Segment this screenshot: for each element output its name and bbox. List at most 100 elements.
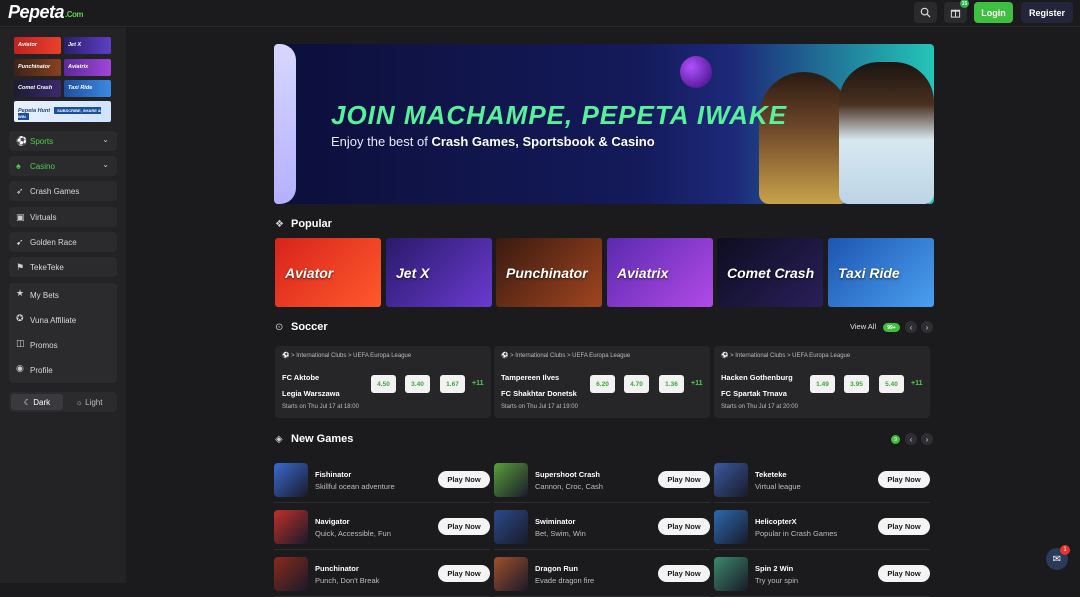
- count-badge: 99+: [883, 323, 900, 332]
- sidebar-promo-pepeta-hunt[interactable]: Pepeta Hunt SUBSCRIBE, SHARE & WIN: [14, 101, 111, 122]
- game-name: HelicopterX: [755, 517, 797, 526]
- match-card[interactable]: ⚽ > International Clubs > UEFA Europa Le…: [275, 346, 491, 418]
- match-card[interactable]: ⚽ > International Clubs > UEFA Europa Le…: [714, 346, 930, 418]
- chevron-right-icon[interactable]: ›: [921, 321, 933, 333]
- sidebar-item-teketeke[interactable]: ⚑ TekeTeke: [9, 257, 117, 277]
- sidebar-item-golden-race[interactable]: ➹ Golden Race: [9, 232, 117, 252]
- sidebar-game-aviator[interactable]: Aviator: [14, 37, 61, 54]
- game-thumbnail[interactable]: [494, 463, 528, 497]
- odd-draw[interactable]: 3.40: [405, 375, 430, 393]
- rocket-icon: ➶: [16, 186, 24, 196]
- game-thumbnail[interactable]: [494, 557, 528, 591]
- odd-home[interactable]: 4.50: [371, 375, 396, 393]
- new-game-item[interactable]: Fishinator Skillful ocean adventure Play N…: [274, 463, 490, 503]
- hero-person-man: [839, 62, 934, 204]
- new-game-item[interactable]: Spin 2 Win Try your spin Play Now: [714, 557, 930, 597]
- game-thumbnail[interactable]: [274, 510, 308, 544]
- soccer-icon: ⚽: [501, 353, 511, 359]
- new-game-item[interactable]: Swiminator Bet, Swim, Win Play Now: [494, 510, 710, 550]
- popular-card-taxi-ride[interactable]: Taxi Ride: [828, 238, 934, 307]
- match-path: ⚽ > International Clubs > UEFA Europa Le…: [501, 353, 631, 359]
- virtuals-icon: ▣: [16, 212, 25, 222]
- gift-button[interactable]: 15: [944, 0, 969, 23]
- game-description: Quick, Accessible, Fun: [315, 529, 391, 538]
- sidebar-item-vuna-affiliate[interactable]: ✪ Vuna Affiliate: [9, 308, 117, 333]
- chevron-right-icon[interactable]: ›: [921, 433, 933, 445]
- odd-away[interactable]: 1.67: [440, 375, 465, 393]
- game-thumbnail[interactable]: [714, 463, 748, 497]
- chevron-left-icon[interactable]: ‹: [905, 321, 917, 333]
- more-markets[interactable]: +11: [691, 380, 703, 387]
- new-game-item[interactable]: Punchinator Punch, Don't Break Play Now: [274, 557, 490, 597]
- sidebar-item-promos[interactable]: ◫ Promos: [9, 333, 117, 358]
- sidebar-game-taxi-ride[interactable]: Taxi Ride: [64, 80, 111, 97]
- match-path: ⚽ > International Clubs > UEFA Europa Le…: [282, 353, 412, 359]
- teketeke-icon: ⚑: [16, 262, 25, 272]
- search-button[interactable]: [914, 2, 937, 23]
- play-now-button[interactable]: Play Now: [878, 471, 930, 488]
- new-game-item[interactable]: Teketeke Virtual league Play Now: [714, 463, 930, 503]
- sidebar-game-comet-crash[interactable]: Comet Crash: [14, 80, 61, 97]
- sidebar-game-punchinator[interactable]: Punchinator: [14, 59, 61, 76]
- sidebar-game-jetx[interactable]: Jet X: [64, 37, 111, 54]
- new-game-item[interactable]: Navigator Quick, Accessible, Fun Play Now: [274, 510, 490, 550]
- play-circle-icon: ⊙: [275, 322, 284, 333]
- sidebar-item-my-bets[interactable]: ★ My Bets: [9, 283, 117, 308]
- hero-orb: [680, 56, 712, 88]
- hero-subtitle: Enjoy the best of Crash Games, Sportsboo…: [331, 134, 655, 149]
- sidebar-item-sports[interactable]: ⚽ Sports ⌄: [9, 131, 117, 151]
- game-description: Try your spin: [755, 576, 799, 585]
- theme-dark-button[interactable]: ☾ Dark: [11, 394, 63, 410]
- odd-away[interactable]: 5.40: [879, 375, 904, 393]
- sidebar-game-aviatrix[interactable]: Aviatrix: [64, 59, 111, 76]
- game-thumbnail[interactable]: [494, 510, 528, 544]
- play-now-button[interactable]: Play Now: [438, 471, 490, 488]
- sidebar-item-profile[interactable]: ◉ Profile: [9, 358, 117, 383]
- view-all-link[interactable]: View All: [850, 322, 876, 331]
- sidebar-item-casino[interactable]: ♠ Casino ⌄: [9, 156, 117, 176]
- popular-card-jetx[interactable]: Jet X: [386, 238, 492, 307]
- match-start: Starts on Thu Jul 17 at 18:00: [282, 404, 359, 410]
- popular-card-comet-crash[interactable]: Comet Crash: [717, 238, 823, 307]
- chevron-down-icon: ⌄: [102, 160, 109, 169]
- odd-home[interactable]: 1.49: [810, 375, 835, 393]
- play-now-button[interactable]: Play Now: [878, 565, 930, 582]
- brand-logo[interactable]: Pepeta.Com: [8, 2, 84, 23]
- register-button[interactable]: Register: [1021, 2, 1073, 23]
- odd-draw[interactable]: 4.70: [624, 375, 649, 393]
- play-now-button[interactable]: Play Now: [878, 518, 930, 535]
- more-markets[interactable]: +11: [472, 380, 484, 387]
- odd-home[interactable]: 6.20: [590, 375, 615, 393]
- new-game-item[interactable]: Supershoot Crash Cannon, Croc, Cash Play N…: [494, 463, 710, 503]
- popular-card-punchinator[interactable]: Punchinator: [496, 238, 602, 307]
- play-now-button[interactable]: Play Now: [658, 518, 710, 535]
- popular-card-aviator[interactable]: Aviator: [275, 238, 381, 307]
- game-thumbnail[interactable]: [714, 510, 748, 544]
- theme-light-button[interactable]: ☼ Light: [63, 394, 115, 410]
- login-button[interactable]: Login: [974, 2, 1013, 23]
- game-thumbnail[interactable]: [274, 463, 308, 497]
- popular-card-aviatrix[interactable]: Aviatrix: [607, 238, 713, 307]
- soccer-title: Soccer: [291, 321, 328, 333]
- chevron-left-icon[interactable]: ‹: [905, 433, 917, 445]
- game-name: Dragon Run: [535, 564, 578, 573]
- new-game-item[interactable]: Dragon Run Evade dragon fire Play Now: [494, 557, 710, 597]
- play-now-button[interactable]: Play Now: [438, 565, 490, 582]
- game-thumbnail[interactable]: [274, 557, 308, 591]
- game-name: Swiminator: [535, 517, 576, 526]
- odd-draw[interactable]: 3.95: [844, 375, 869, 393]
- more-markets[interactable]: +11: [911, 380, 923, 387]
- match-card[interactable]: ⚽ > International Clubs > UEFA Europa Le…: [494, 346, 710, 418]
- odd-away[interactable]: 1.36: [659, 375, 684, 393]
- cards-icon: ♠: [16, 161, 21, 171]
- play-now-button[interactable]: Play Now: [658, 471, 710, 488]
- play-now-button[interactable]: Play Now: [438, 518, 490, 535]
- sidebar-item-crash-games[interactable]: ➶ Crash Games: [9, 181, 117, 201]
- game-name: Navigator: [315, 517, 350, 526]
- game-thumbnail[interactable]: [714, 557, 748, 591]
- play-now-button[interactable]: Play Now: [658, 565, 710, 582]
- game-description: Punch, Don't Break: [315, 576, 380, 585]
- new-game-item[interactable]: HelicopterX Popular in Crash Games Play No…: [714, 510, 930, 550]
- sidebar-item-virtuals[interactable]: ▣ Virtuals: [9, 207, 117, 227]
- hero-banner[interactable]: JOIN MACHAMPE, PEPETA IWAKE Enjoy the be…: [274, 44, 934, 204]
